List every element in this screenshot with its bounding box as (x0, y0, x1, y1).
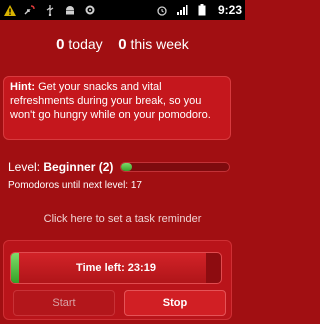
hint-label: Hint: (10, 81, 36, 93)
settings-icon (83, 4, 97, 16)
time-left-label: Time left: 23:19 (76, 262, 156, 274)
today-label: today (68, 36, 103, 52)
android-icon (63, 4, 77, 16)
signal-icon (175, 4, 189, 16)
warning-icon (3, 4, 17, 16)
alarm-icon (155, 4, 169, 16)
status-bar-right: 9:23 (155, 3, 242, 17)
week-label: this week (130, 36, 189, 52)
stop-button[interactable]: Stop (124, 290, 226, 316)
task-reminder-link[interactable]: Click here to set a task reminder (0, 213, 245, 225)
level-progress-fill (121, 163, 132, 171)
level-row: Level: Beginner (2) (8, 160, 113, 174)
level-value: Beginner (2) (43, 160, 114, 174)
week-count: 0 (118, 36, 127, 53)
level-progress-bar (120, 162, 230, 172)
start-button[interactable]: Start (13, 290, 115, 316)
level-label: Level: (8, 160, 41, 174)
battery-icon (195, 4, 209, 16)
usb-icon (43, 4, 57, 16)
today-count: 0 (56, 36, 65, 53)
time-left-bar: Time left: 23:19 (10, 252, 222, 284)
hint-text: Get your snacks and vital refreshments d… (10, 81, 211, 121)
phone-missed-icon (23, 4, 37, 16)
hint-box: Hint: Get your snacks and vital refreshm… (3, 76, 231, 140)
clock-time: 9:23 (217, 3, 242, 17)
pomodoro-counts: 0 today 0 this week (0, 36, 245, 53)
status-bar: 9:23 (0, 0, 245, 20)
pomodoros-until-next-level: Pomodoros until next level: 17 (8, 180, 142, 191)
